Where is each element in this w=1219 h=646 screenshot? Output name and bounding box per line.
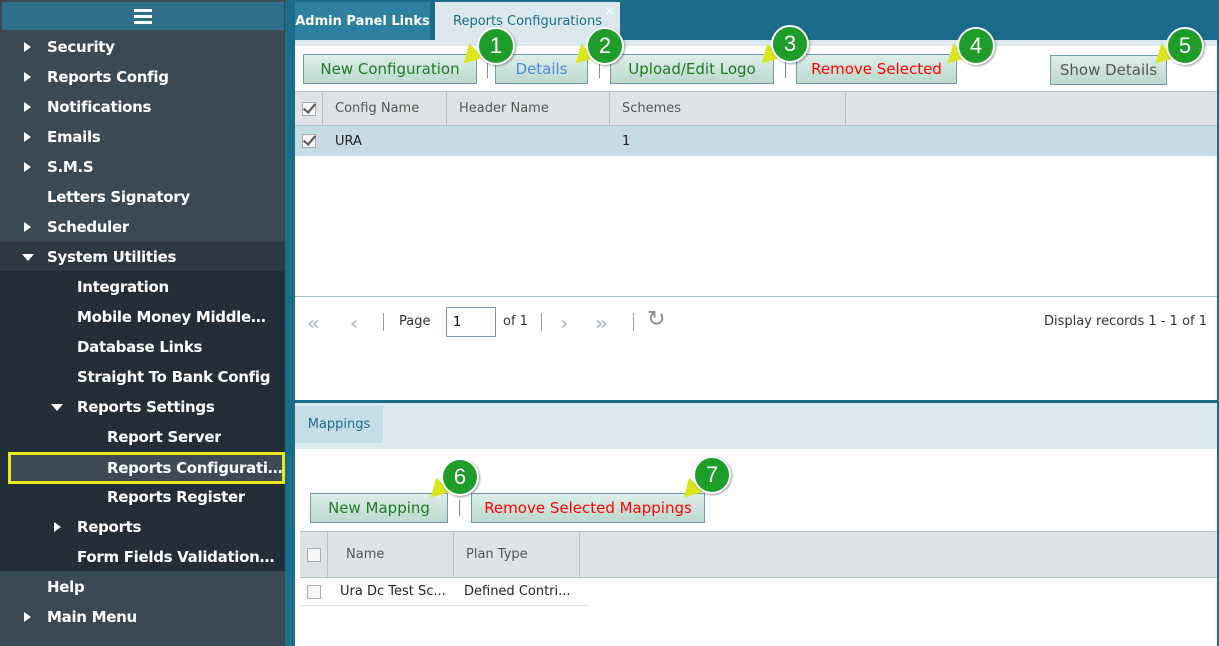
refresh-icon[interactable]: ↻ bbox=[647, 307, 665, 332]
expand-arrow-icon bbox=[24, 132, 31, 142]
tab-mappings[interactable]: Mappings bbox=[295, 406, 383, 443]
toolbar-separator bbox=[487, 62, 488, 78]
cell-config-name: URA bbox=[335, 133, 362, 149]
main-area: Admin Panel Links Reports Configurations… bbox=[285, 0, 1219, 646]
hamburger-icon bbox=[134, 8, 152, 24]
reports-configurations-panel: New Configuration Details Upload/Edit Lo… bbox=[295, 40, 1217, 400]
expand-arrow-icon bbox=[24, 222, 31, 232]
tab-bar: Admin Panel Links Reports Configurations… bbox=[285, 0, 1219, 40]
config-grid-header: Config Name Header Name Schemes bbox=[295, 91, 1217, 126]
select-all-checkbox[interactable] bbox=[306, 547, 321, 562]
sidebar-item-notifications[interactable]: Notifications bbox=[0, 92, 285, 122]
callout-badge: 6 bbox=[441, 458, 479, 496]
pager-separator bbox=[633, 313, 634, 331]
sidebar-item-report-server[interactable]: Report Server bbox=[0, 422, 285, 452]
row-select-cell[interactable] bbox=[295, 126, 323, 156]
select-all-cell[interactable] bbox=[295, 92, 323, 125]
show-details-button[interactable]: Show Details bbox=[1050, 55, 1167, 85]
sidebar-item-form-fields-validation[interactable]: Form Fields Validation Mat... bbox=[0, 542, 285, 572]
sidebar-item-reports-config[interactable]: Reports Config bbox=[0, 62, 285, 92]
column-header-config-name[interactable]: Config Name bbox=[323, 92, 447, 125]
upload-edit-logo-button[interactable]: Upload/Edit Logo bbox=[610, 54, 774, 84]
remove-selected-button[interactable]: Remove Selected bbox=[796, 54, 957, 84]
mappings-panel: Mappings New Mapping Remove Selected Map… bbox=[295, 403, 1217, 646]
toolbar: New Configuration Details Upload/Edit Lo… bbox=[295, 46, 1217, 91]
mappings-tab-bar: Mappings bbox=[295, 403, 1217, 443]
close-icon[interactable]: × bbox=[604, 4, 615, 19]
sidebar-item-reports-register[interactable]: Reports Register bbox=[0, 482, 285, 512]
pager-separator bbox=[541, 313, 542, 331]
select-all-cell[interactable] bbox=[300, 532, 328, 577]
column-header-plan-type[interactable]: Plan Type bbox=[454, 532, 580, 577]
new-configuration-button[interactable]: New Configuration bbox=[303, 54, 477, 84]
mappings-grid-header: Name Plan Type bbox=[300, 531, 1217, 578]
page-label: Page bbox=[399, 314, 431, 329]
column-header-name[interactable]: Name bbox=[328, 532, 454, 577]
table-row[interactable]: Ura Dc Test Sc... Defined Contri... bbox=[300, 578, 590, 606]
toolbar-separator bbox=[785, 62, 786, 78]
expand-arrow-icon bbox=[24, 42, 31, 52]
page-number-input[interactable] bbox=[446, 307, 496, 337]
sidebar-item-integration[interactable]: Integration bbox=[0, 272, 285, 302]
toolbar-separator bbox=[459, 500, 460, 516]
expand-arrow-icon bbox=[54, 522, 61, 532]
cell-name: Ura Dc Test Sc... bbox=[340, 584, 446, 599]
row-checkbox[interactable] bbox=[302, 134, 316, 148]
row-select-cell[interactable] bbox=[300, 578, 328, 605]
sidebar-item-mobile-money-middleware[interactable]: Mobile Money Middleware... bbox=[0, 302, 285, 332]
sidebar-item-main-menu[interactable]: Main Menu bbox=[0, 602, 285, 632]
sidebar-item-reports-settings[interactable]: Reports Settings bbox=[0, 392, 285, 422]
column-header-header-name[interactable]: Header Name bbox=[447, 92, 610, 125]
mappings-divider bbox=[295, 443, 1217, 449]
pager-separator bbox=[383, 313, 384, 331]
sidebar-item-sms[interactable]: S.M.S bbox=[0, 152, 285, 182]
sidebar: Security Reports Config Notifications Em… bbox=[0, 0, 285, 646]
callout-badge: 5 bbox=[1166, 27, 1204, 65]
sidebar-item-system-utilities[interactable]: System Utilities bbox=[0, 242, 285, 272]
sidebar-item-reports[interactable]: Reports bbox=[0, 512, 285, 542]
column-header-filler bbox=[846, 92, 1217, 125]
page-count-label: of 1 bbox=[503, 314, 528, 329]
cell-header-name bbox=[447, 126, 610, 156]
callout-badge: 7 bbox=[693, 456, 731, 494]
pagination-bar: « ‹ Page of 1 › » ↻ Display records 1 - … bbox=[295, 296, 1217, 346]
sidebar-item-help[interactable]: Help bbox=[0, 572, 285, 602]
cell-schemes: 1 bbox=[622, 133, 631, 149]
callout-badge: 2 bbox=[586, 27, 624, 65]
menu-toggle-button[interactable] bbox=[2, 2, 284, 30]
previous-page-icon[interactable]: ‹ bbox=[350, 311, 358, 335]
expand-arrow-icon bbox=[24, 102, 31, 112]
callout-badge: 3 bbox=[771, 25, 809, 63]
expand-arrow-icon bbox=[24, 612, 31, 622]
collapse-arrow-icon bbox=[51, 403, 63, 411]
callout-badge: 4 bbox=[957, 27, 995, 65]
expand-arrow-icon bbox=[24, 162, 31, 172]
last-page-icon[interactable]: » bbox=[595, 311, 608, 335]
remove-selected-mappings-button[interactable]: Remove Selected Mappings bbox=[471, 493, 705, 523]
select-all-checkbox[interactable] bbox=[301, 101, 316, 116]
expand-arrow-icon bbox=[24, 72, 31, 82]
sidebar-item-security[interactable]: Security bbox=[0, 32, 285, 62]
next-page-icon[interactable]: › bbox=[560, 311, 568, 335]
sidebar-item-letters-signatory[interactable]: Letters Signatory bbox=[0, 182, 285, 212]
table-row[interactable]: URA 1 bbox=[295, 126, 1217, 156]
sidebar-item-scheduler[interactable]: Scheduler bbox=[0, 212, 285, 242]
column-header-filler bbox=[580, 532, 1217, 577]
display-records-label: Display records 1 - 1 of 1 bbox=[1043, 314, 1207, 329]
row-checkbox[interactable] bbox=[307, 584, 321, 599]
sidebar-item-straight-to-bank-config[interactable]: Straight To Bank Config bbox=[0, 362, 285, 392]
new-mapping-button[interactable]: New Mapping bbox=[310, 493, 448, 523]
tab-admin-panel-links[interactable]: Admin Panel Links bbox=[295, 2, 430, 40]
first-page-icon[interactable]: « bbox=[307, 311, 320, 335]
sidebar-item-database-links[interactable]: Database Links bbox=[0, 332, 285, 362]
callout-badge: 1 bbox=[477, 27, 515, 65]
collapse-arrow-icon bbox=[22, 253, 34, 261]
sidebar-item-emails[interactable]: Emails bbox=[0, 122, 285, 152]
cell-plan-type: Defined Contri... bbox=[464, 584, 571, 599]
column-header-schemes[interactable]: Schemes bbox=[610, 92, 846, 125]
sidebar-item-reports-configurations[interactable]: Reports Configurations bbox=[8, 452, 285, 484]
